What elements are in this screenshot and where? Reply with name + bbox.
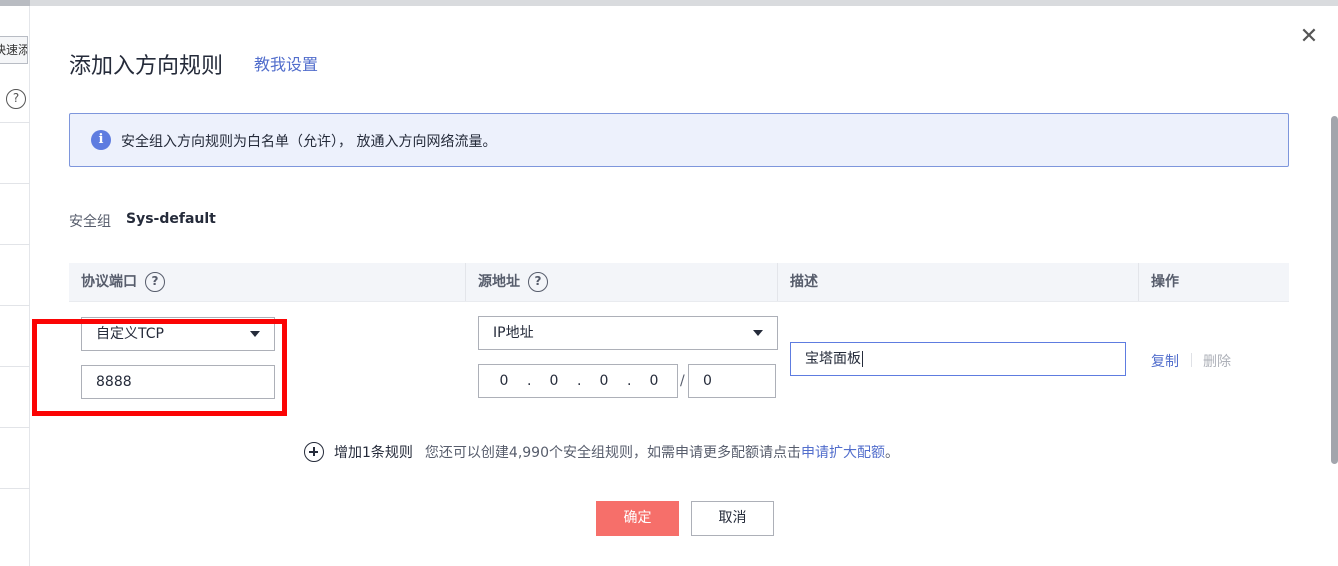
add-circle-icon[interactable] xyxy=(304,442,324,462)
info-icon: i xyxy=(91,130,111,150)
description-value: 宝塔面板 xyxy=(805,351,861,367)
confirm-button[interactable]: 确定 xyxy=(596,501,679,536)
ip-address-input[interactable]: 0 . 0 . 0 . 0 xyxy=(478,364,678,398)
background-topbar xyxy=(0,0,30,6)
mask-separator: / xyxy=(680,373,685,389)
copy-rule-link[interactable]: 复制 xyxy=(1151,351,1179,371)
ip-octet-3[interactable]: 0 xyxy=(589,365,619,397)
column-header-description: 描述 xyxy=(778,263,1138,301)
background-row-divider xyxy=(0,488,30,489)
ip-octet-2[interactable]: 0 xyxy=(539,365,569,397)
column-header-label: 描述 xyxy=(790,274,818,290)
security-group-value: Sys-default xyxy=(126,211,216,227)
column-header-actions: 操作 xyxy=(1139,263,1289,301)
ip-dot: . xyxy=(577,373,582,389)
mask-input[interactable]: 0 xyxy=(688,364,776,398)
background-quick-button[interactable]: 快速添 xyxy=(0,36,28,64)
red-highlight-box xyxy=(32,319,287,416)
header-divider xyxy=(69,301,1289,302)
column-header-label: 协议端口 xyxy=(81,274,137,290)
quota-note: 您还可以创建4,990个安全组规则，如需申请更多配额请点击 xyxy=(424,445,801,461)
background-row-divider xyxy=(0,427,30,428)
description-input[interactable]: 宝塔面板 xyxy=(790,342,1126,376)
request-quota-link[interactable]: 申请扩大配额 xyxy=(801,442,885,462)
scrollbar[interactable] xyxy=(1331,116,1338,464)
text-cursor xyxy=(862,351,863,367)
background-help-icon[interactable]: ? xyxy=(6,89,26,109)
info-banner: i 安全组入方向规则为白名单（允许）， 放通入方向网络流量。 xyxy=(69,113,1289,167)
close-icon[interactable]: ✕ xyxy=(1298,26,1320,48)
column-header-protocol-port: 协议端口? xyxy=(69,263,465,301)
info-text: 安全组入方向规则为白名单（允许）， 放通入方向网络流量。 xyxy=(121,134,497,150)
add-inbound-rule-dialog: 添加入方向规则 教我设置 ✕ i 安全组入方向规则为白名单（允许）， 放通入方向… xyxy=(30,6,1338,566)
ip-dot: . xyxy=(527,373,532,389)
background-row-divider xyxy=(0,366,30,367)
column-header-label: 源地址 xyxy=(478,274,520,290)
security-group-label: 安全组 xyxy=(69,214,111,230)
background-row-divider xyxy=(0,183,30,184)
background-row-divider xyxy=(0,244,30,245)
column-header-label: 操作 xyxy=(1151,274,1179,290)
delete-rule-link: 删除 xyxy=(1203,354,1231,370)
column-header-source: 源地址? xyxy=(466,263,777,301)
add-rule-row: 增加1条规则 您还可以创建4,990个安全组规则，如需申请更多配额请点击 申请扩大… xyxy=(304,441,899,463)
caret-down-icon xyxy=(753,330,763,336)
source-type-select[interactable]: IP地址 xyxy=(478,316,778,350)
dialog-title: 添加入方向规则 xyxy=(69,54,224,79)
add-rule-button[interactable]: 增加1条规则 xyxy=(334,442,413,462)
quota-note-end: 。 xyxy=(885,445,899,461)
action-divider xyxy=(1191,353,1192,367)
question-icon[interactable]: ? xyxy=(528,272,548,292)
cancel-button[interactable]: 取消 xyxy=(691,501,774,536)
background-page: 快速添 ? xyxy=(0,0,30,566)
question-icon[interactable]: ? xyxy=(145,272,165,292)
help-link[interactable]: 教我设置 xyxy=(254,51,318,75)
background-row-divider xyxy=(0,305,30,306)
background-row-divider xyxy=(0,122,30,123)
ip-octet-1[interactable]: 0 xyxy=(489,365,519,397)
ip-dot: . xyxy=(627,373,632,389)
source-type-value: IP地址 xyxy=(493,325,534,341)
ip-octet-4[interactable]: 0 xyxy=(639,365,669,397)
